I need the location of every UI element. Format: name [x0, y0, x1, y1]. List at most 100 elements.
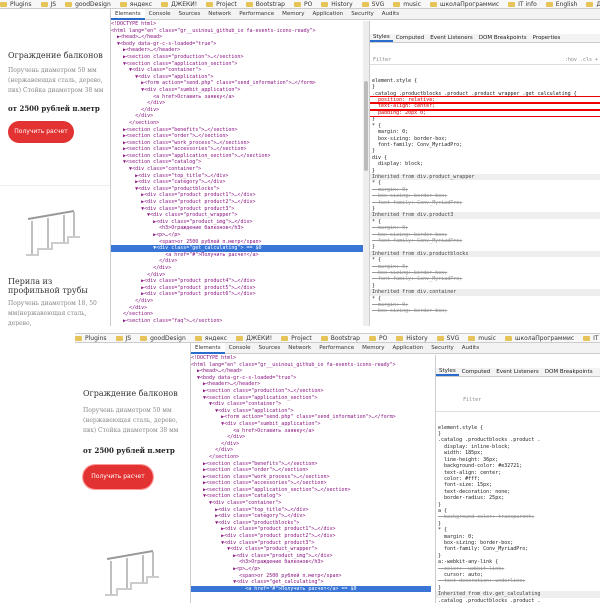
filter-row[interactable]: Filter: [436, 390, 600, 412]
dom-node-line[interactable]: ▶<section class="application_section">…<…: [191, 487, 431, 494]
dom-node-line[interactable]: ▶<header>…</header>: [111, 47, 363, 54]
tab-console[interactable]: Console: [225, 343, 255, 354]
bookmark-item[interactable]: music: [393, 1, 421, 8]
dom-node-line[interactable]: ▼<div class="container">: [191, 401, 431, 408]
dom-node-line[interactable]: ▼<div class="sumbit_application">: [191, 421, 431, 428]
dom-node-line[interactable]: ▼<div class="product product3">: [111, 206, 363, 213]
dom-node-line[interactable]: ▼<div class="productblocks">: [111, 186, 363, 193]
dom-node-line[interactable]: ▶<div class="product product2">…</div>: [191, 533, 431, 540]
dom-node-line[interactable]: ▼<div class="product_wrapper">: [191, 546, 431, 553]
bookmark-item[interactable]: школаПрограммис: [429, 1, 499, 8]
dom-node-line[interactable]: ▶<section class="work_process">…</sectio…: [191, 474, 431, 481]
bookmark-item[interactable]: ДЖЕКИ!: [236, 335, 272, 342]
dom-node-line[interactable]: <a href="#">Получить расчет</a>: [111, 252, 363, 259]
bookmark-item[interactable]: школаПрограммис: [504, 335, 574, 342]
dom-node-line[interactable]: </div>: [111, 305, 363, 312]
dom-node-line[interactable]: ▼<section class="application_section">: [191, 395, 431, 402]
tab-audits[interactable]: Audits: [378, 9, 403, 20]
dom-node-line[interactable]: ▶<div class="product product6">…</div>: [111, 291, 363, 298]
dom-node-line[interactable]: </div>: [191, 434, 431, 441]
bookmark-item[interactable]: music: [468, 335, 496, 342]
dom-node-line[interactable]: ▶<div class="category">…</div>: [111, 179, 363, 186]
dom-node-line[interactable]: ▼<div class="application">: [111, 74, 363, 81]
filter-label[interactable]: Filter: [463, 397, 481, 403]
bookmark-item[interactable]: SVG: [361, 1, 384, 8]
dom-node-line[interactable]: <a href="#">Получить расчет</a> == $0: [191, 585, 431, 593]
dom-node-line[interactable]: <span>от 2500 рублей п.метр</span>: [191, 573, 431, 580]
dom-node-line[interactable]: ▼<section class="application_section">: [111, 61, 363, 68]
dom-node-line[interactable]: </section>: [111, 120, 363, 127]
dom-node-line[interactable]: ▼<div class="container">: [111, 166, 363, 173]
dom-node-line[interactable]: ▼<div class="product_wrapper">: [111, 212, 363, 219]
dom-node-line[interactable]: <!DOCTYPE html>: [111, 21, 363, 28]
dom-node-line[interactable]: <a href>Оставить заявку</a>: [191, 428, 431, 435]
dom-node-line[interactable]: ▼<div class="container">: [111, 67, 363, 74]
dom-node-line[interactable]: <span>от 2500 рублей п.метр</span>: [111, 239, 363, 246]
dom-node-line[interactable]: <!DOCTYPE html>: [191, 355, 431, 362]
dom-node-line[interactable]: ▶<section class="accessories">…</section…: [191, 480, 431, 487]
tab-console[interactable]: Console: [145, 9, 175, 20]
dom-node-line[interactable]: ▶<section class="faq">…</section>: [111, 318, 363, 325]
bookmark-item[interactable]: Bootstrap: [320, 335, 360, 342]
bookmark-item[interactable]: Plugins: [75, 335, 107, 342]
dom-node-line[interactable]: ▶<p>…</p>: [111, 232, 363, 239]
dom-node-line[interactable]: </section>: [111, 311, 363, 318]
dom-node-line[interactable]: </div>: [111, 100, 363, 107]
tab-elements[interactable]: Elements: [111, 8, 145, 20]
bookmark-item[interactable]: History: [396, 335, 428, 342]
dom-node-line[interactable]: ▶<section class="benefits">…</section>: [111, 127, 363, 134]
dom-node-line[interactable]: ▼<div class="get_calculating">: [191, 579, 431, 586]
dom-node-line[interactable]: ▼<div class="application">: [191, 408, 431, 415]
dom-node-line[interactable]: </div>: [111, 107, 363, 114]
bookmark-item[interactable]: Bootstrap: [245, 1, 285, 8]
dom-node-line[interactable]: ▶<p>…</p>: [191, 566, 431, 573]
dom-node-line[interactable]: <h3>Ограждение балконов</h3>: [191, 559, 431, 566]
dom-node-line[interactable]: ▶<div class="product product1">…</div>: [191, 526, 431, 533]
dom-node-line[interactable]: ▼<div class="productblocks">: [191, 520, 431, 527]
dom-node-line[interactable]: ▶<head>…</head>: [191, 368, 431, 375]
dom-node-line[interactable]: ▶<div class="product product2">…</div>: [111, 199, 363, 206]
dom-node-line[interactable]: ▼<body data-gr-c-s-loaded="true">: [191, 375, 431, 382]
tab-elements[interactable]: Elements: [191, 342, 225, 354]
dom-node-line[interactable]: ▶<form action="send.php" class="send_inf…: [191, 414, 431, 421]
bookmark-item[interactable]: goodDesign: [65, 1, 111, 8]
bookmark-item[interactable]: JS: [40, 1, 56, 8]
get-quote-button[interactable]: Получить расчет: [8, 121, 74, 143]
dom-node-line[interactable]: ▶<section class="order">…</section>: [191, 467, 431, 474]
tab-security[interactable]: Security: [347, 9, 378, 20]
dom-node-line[interactable]: <h3>Ограждение балконов</h3>: [111, 225, 363, 232]
dom-node-line[interactable]: <a href>Оставить заявку</a>: [111, 94, 363, 101]
dom-node-line[interactable]: ▶<section class="application_section">…<…: [111, 153, 363, 160]
bookmark-item[interactable]: goodDesign: [140, 335, 186, 342]
dom-node-line[interactable]: ▶<section class="work_process">…</sectio…: [111, 140, 363, 147]
bookmark-item[interactable]: SVG: [436, 335, 459, 342]
dom-node-line[interactable]: ▶<section class="production">…</section>: [191, 388, 431, 395]
filter-label[interactable]: Filter: [373, 57, 391, 63]
filter-row[interactable]: Filter :hov .cls +: [370, 56, 600, 66]
bookmark-item[interactable]: IT info: [508, 1, 537, 8]
dom-node-line[interactable]: </div>: [111, 113, 363, 120]
dom-node-line[interactable]: ▶<div class="top_title">…</div>: [191, 507, 431, 514]
dom-node-line[interactable]: ▶<div class="product product4">…</div>: [111, 278, 363, 285]
bookmark-item[interactable]: Project: [206, 1, 237, 8]
bookmark-item[interactable]: яндекс: [119, 1, 152, 8]
dom-node-line[interactable]: ▼<section class="catalog">: [111, 159, 363, 166]
dom-node-line[interactable]: </div>: [111, 298, 363, 305]
dom-node-line[interactable]: ▶<section class="order">…</section>: [111, 133, 363, 140]
dom-node-line[interactable]: ▶<div class="product product1">…</div>: [111, 192, 363, 199]
dom-node-line[interactable]: <html lang="en" class="gr__usinoui_githu…: [191, 362, 431, 369]
bookmark-item[interactable]: Project: [281, 335, 312, 342]
dom-node-line[interactable]: </div>: [111, 272, 363, 279]
dom-node-line[interactable]: ▶<header>…</header>: [191, 381, 431, 388]
tab-network[interactable]: Network: [204, 9, 235, 20]
tab-network[interactable]: Network: [284, 343, 315, 354]
styles-tab[interactable]: Styles: [436, 368, 459, 376]
bookmark-item[interactable]: IT info: [583, 335, 600, 342]
tab-performance[interactable]: Performance: [235, 9, 278, 20]
dom-node-line[interactable]: <html lang="en" class="gr__usinoui_githu…: [111, 28, 363, 35]
styles-tab[interactable]: Event Listeners: [427, 35, 476, 41]
dom-node-line[interactable]: ▶<div class="top_title">…</div>: [111, 173, 363, 180]
dom-node-line[interactable]: ▶<form action="send.php" class="send_inf…: [111, 80, 363, 87]
dom-node-line[interactable]: ▶<div class="product product5">…</div>: [111, 285, 363, 292]
tab-application[interactable]: Application: [308, 9, 347, 20]
